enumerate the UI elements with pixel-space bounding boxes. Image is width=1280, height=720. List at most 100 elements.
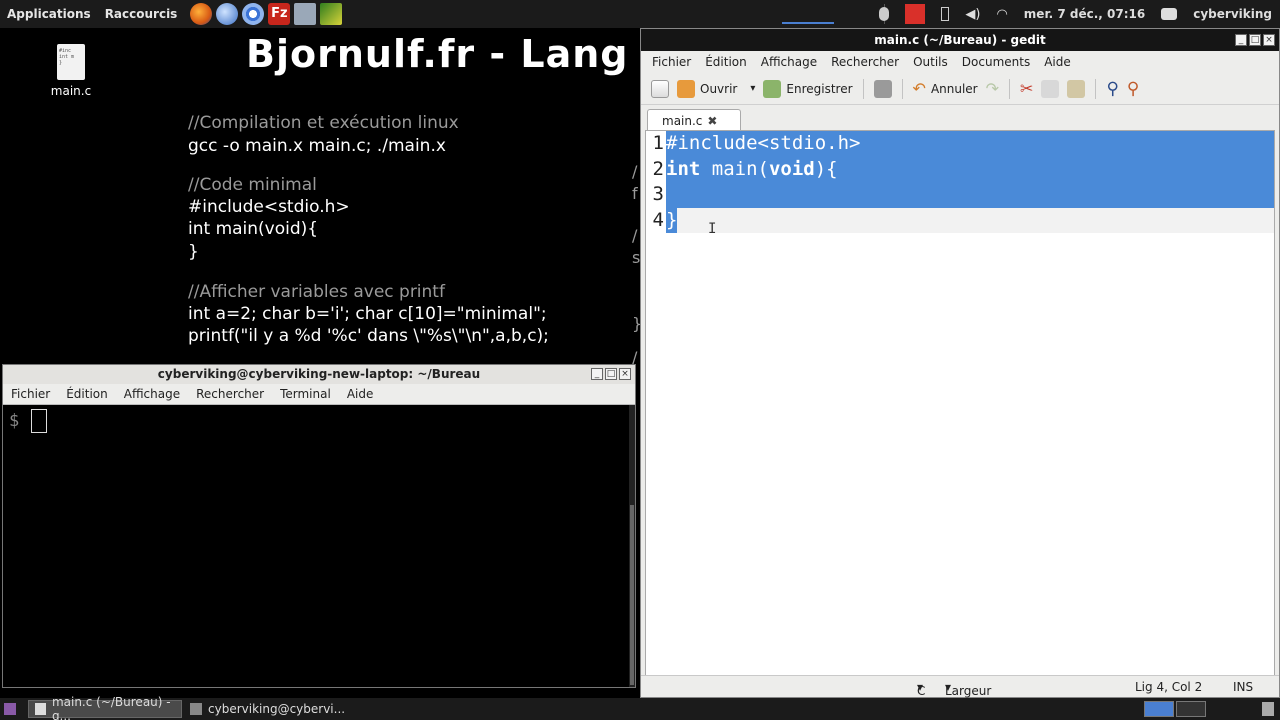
cursor-position: Lig 4, Col 2: [1135, 680, 1203, 694]
menu-fichier[interactable]: Fichier: [3, 387, 58, 401]
keyword: void: [768, 157, 815, 180]
clock[interactable]: mer. 7 déc., 07:16: [1024, 7, 1145, 21]
terminal-cursor: [31, 409, 47, 433]
terminal-title: cyberviking@cyberviking-new-laptop: ~/Bu…: [157, 367, 481, 381]
menu-rechercher[interactable]: Rechercher: [824, 55, 906, 69]
chat-icon[interactable]: [1161, 8, 1178, 20]
menu-edition[interactable]: Édition: [698, 55, 754, 69]
wallpaper-fragment: /: [632, 226, 638, 245]
close-icon[interactable]: ✖: [707, 114, 717, 128]
gedit-window[interactable]: main.c (~/Bureau) - gedit _ □ × Fichier …: [640, 28, 1280, 720]
gedit-menubar: Fichier Édition Affichage Rechercher Out…: [641, 51, 1279, 73]
task-gedit[interactable]: main.c (~/Bureau) - g...: [28, 695, 182, 720]
microphone-icon[interactable]: [879, 7, 890, 21]
menu-outils[interactable]: Outils: [906, 55, 955, 69]
chromium-icon[interactable]: [242, 3, 265, 25]
task-terminal[interactable]: cyberviking@cybervi...: [184, 700, 354, 718]
minimize-button[interactable]: _: [591, 368, 603, 380]
folder-icon: [677, 79, 695, 98]
menu-affichage[interactable]: Affichage: [754, 55, 824, 69]
desktop-file-main-c[interactable]: #inc int m } main.c: [50, 44, 92, 98]
menu-rechercher[interactable]: Rechercher: [188, 387, 272, 401]
close-button[interactable]: ×: [619, 368, 631, 380]
battery-icon[interactable]: [941, 7, 950, 21]
wallpaper-comment-line: //Compilation et exécution linux: [188, 113, 459, 133]
applications-menu[interactable]: Applications: [0, 7, 98, 21]
workspace-2[interactable]: [1176, 701, 1206, 717]
menu-terminal[interactable]: Terminal: [272, 387, 339, 401]
terminal-scrollbar[interactable]: [629, 405, 635, 687]
maximize-button[interactable]: □: [605, 368, 617, 380]
language-selector[interactable]: C ▾: [917, 680, 925, 698]
search-icon[interactable]: ⚲: [1106, 79, 1118, 99]
raccourcis-menu[interactable]: Raccourcis: [98, 7, 185, 21]
wallpaper-fragment: /: [632, 162, 638, 181]
firefox-icon[interactable]: [190, 3, 213, 25]
scrollbar-thumb[interactable]: [630, 505, 634, 685]
pen-icon[interactable]: [320, 3, 343, 25]
keyword: int: [666, 157, 701, 180]
toolbar-separator: [901, 78, 903, 99]
maximize-button[interactable]: □: [1249, 34, 1261, 46]
wallpaper-comment-line: //Code minimal: [188, 175, 317, 195]
terminal-icon: [190, 703, 202, 715]
close-button[interactable]: ×: [1263, 34, 1275, 46]
filezilla-icon[interactable]: Fz: [268, 3, 291, 25]
copy-icon[interactable]: [1041, 79, 1060, 98]
thunderbird-icon[interactable]: [216, 3, 239, 25]
wallpaper-fragment: f: [632, 184, 638, 203]
workspace-1[interactable]: [1144, 701, 1174, 717]
redo-icon[interactable]: ↷: [986, 79, 999, 98]
toolbar-separator: [862, 78, 864, 99]
undo-icon: ↶: [912, 79, 926, 98]
terminal-titlebar[interactable]: cyberviking@cyberviking-new-laptop: ~/Bu…: [3, 365, 635, 384]
bottom-panel: main.c (~/Bureau) - g... cyberviking@cyb…: [0, 695, 1280, 720]
menu-fichier[interactable]: Fichier: [645, 55, 698, 69]
tab-label: main.c: [662, 113, 703, 128]
toolbar-separator: [1009, 78, 1011, 99]
menu-documents[interactable]: Documents: [955, 55, 1037, 69]
menu-edition[interactable]: Édition: [58, 387, 116, 401]
desktop-screen: Applications Raccourcis Fz ◀) ◠ mer. 7 d…: [0, 0, 1280, 720]
open-button[interactable]: Ouvrir ▾: [677, 79, 755, 98]
user-menu[interactable]: cyberviking: [1193, 7, 1272, 21]
line-number: 2: [652, 157, 664, 180]
terminal-window[interactable]: cyberviking@cyberviking-new-laptop: ~/Bu…: [2, 364, 636, 688]
volume-icon[interactable]: ◀): [965, 7, 980, 22]
tab-width-selector[interactable]: Largeur des tabulations: 8 ▾: [945, 680, 1016, 720]
network-icon[interactable]: [294, 3, 317, 25]
new-document-icon[interactable]: [651, 79, 669, 98]
gedit-toolbar: Ouvrir ▾ Enregistrer ↶ Annuler ↷ ✂ ⚲ ⚲: [641, 73, 1279, 105]
minimize-button[interactable]: _: [1235, 34, 1247, 46]
menu-affichage[interactable]: Affichage: [116, 387, 188, 401]
text-cursor-icon: I: [708, 221, 717, 237]
record-icon[interactable]: [905, 4, 926, 24]
text-file-icon: #inc int m }: [57, 44, 85, 80]
wallpaper-code-line: #include<stdio.h>: [188, 197, 350, 217]
search-replace-icon[interactable]: ⚲: [1127, 79, 1139, 99]
code-editor[interactable]: 1 2 3 4 #include<stdio.h> int main(void)…: [645, 130, 1275, 676]
desktop-file-label: main.c: [50, 84, 92, 98]
menu-aide[interactable]: Aide: [1037, 55, 1078, 69]
trash-icon[interactable]: [1262, 702, 1274, 716]
system-tray: ◀) ◠ mer. 7 déc., 07:16 cyberviking: [879, 0, 1280, 28]
line-numbers: 1 2 3 4: [646, 131, 666, 675]
save-button[interactable]: Enregistrer: [763, 79, 853, 98]
show-desktop-icon[interactable]: [4, 703, 16, 715]
paste-icon[interactable]: [1067, 79, 1086, 98]
chevron-down-icon[interactable]: ▾: [750, 83, 755, 94]
cut-icon[interactable]: ✂: [1020, 79, 1033, 98]
window-controls: _ □ ×: [1235, 34, 1275, 46]
wifi-icon[interactable]: ◠: [996, 7, 1007, 22]
code-line: #include<stdio.h>: [666, 131, 1274, 157]
wallpaper-code-line: int main(void){: [188, 219, 319, 239]
undo-button[interactable]: ↶ Annuler: [913, 79, 978, 98]
gedit-titlebar[interactable]: main.c (~/Bureau) - gedit _ □ ×: [641, 29, 1279, 51]
menu-aide[interactable]: Aide: [339, 387, 382, 401]
code-line: [666, 182, 1274, 208]
shell-prompt: $: [9, 411, 20, 431]
tab-main-c[interactable]: main.c ✖: [647, 109, 741, 131]
print-icon[interactable]: [873, 79, 892, 98]
gedit-title: main.c (~/Bureau) - gedit: [874, 33, 1046, 47]
top-panel: Applications Raccourcis Fz ◀) ◠ mer. 7 d…: [0, 0, 1280, 28]
